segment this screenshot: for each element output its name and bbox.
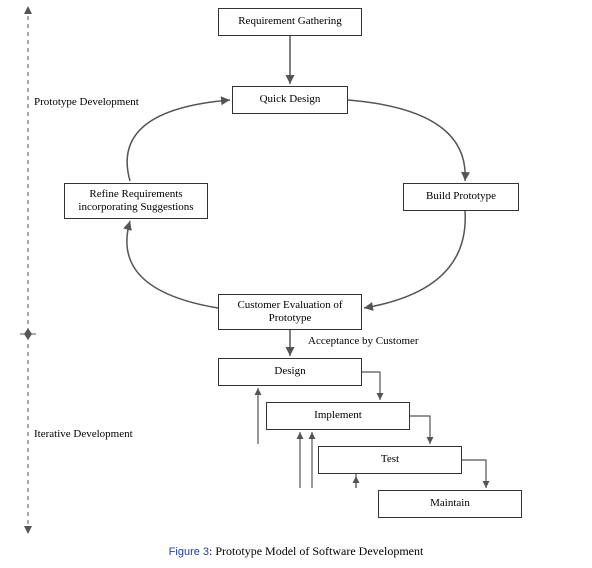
node-requirement-gathering: Requirement Gathering [218, 8, 362, 36]
figure-caption: Figure 3: Prototype Model of Software De… [0, 544, 592, 559]
phase-label-prototype: Prototype Development [34, 96, 139, 109]
figure-caption-text: : Prototype Model of Software Developmen… [209, 544, 423, 558]
node-implement: Implement [266, 402, 410, 430]
node-build-prototype: Build Prototype [403, 183, 519, 211]
acceptance-label: Acceptance by Customer [308, 335, 419, 348]
node-refine-requirements: Refine Requirements incorporating Sugges… [64, 183, 208, 219]
phase-label-iterative: Iterative Development [34, 428, 133, 441]
node-maintain: Maintain [378, 490, 522, 518]
node-quick-design: Quick Design [232, 86, 348, 114]
figure-number: Figure 3 [169, 546, 209, 558]
node-customer-evaluation: Customer Evaluation of Prototype [218, 294, 362, 330]
node-test: Test [318, 446, 462, 474]
node-design: Design [218, 358, 362, 386]
